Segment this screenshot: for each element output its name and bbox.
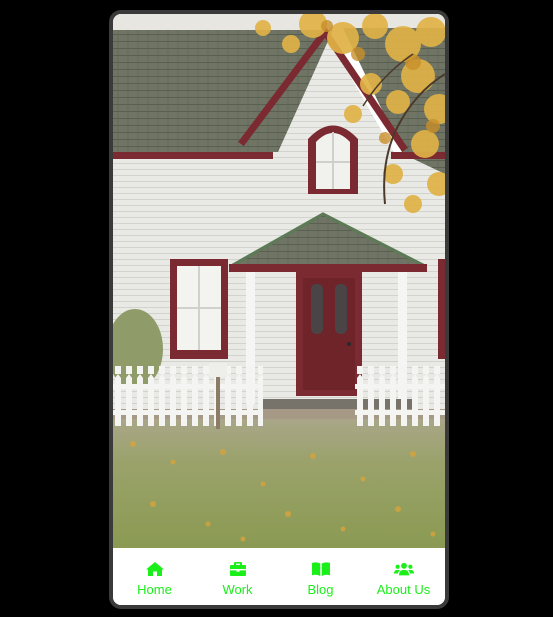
book-icon [311,560,331,577]
nav-item-work[interactable]: Work [196,548,279,605]
nav-label-about-us: About Us [376,582,431,597]
house-illustration [113,14,445,548]
users-icon [393,560,414,577]
nav-label-home: Home [137,582,172,597]
home-icon [145,560,165,577]
nav-label-blog: Blog [307,582,334,597]
phone-frame: Home Work Blog About Us [109,10,449,609]
nav-label-work: Work [222,582,253,597]
bottom-navigation: Home Work Blog About Us [113,548,445,605]
hero-image [113,14,445,548]
briefcase-icon [228,560,248,577]
nav-item-about-us[interactable]: About Us [362,548,445,605]
nav-item-home[interactable]: Home [113,548,196,605]
nav-item-blog[interactable]: Blog [279,548,362,605]
